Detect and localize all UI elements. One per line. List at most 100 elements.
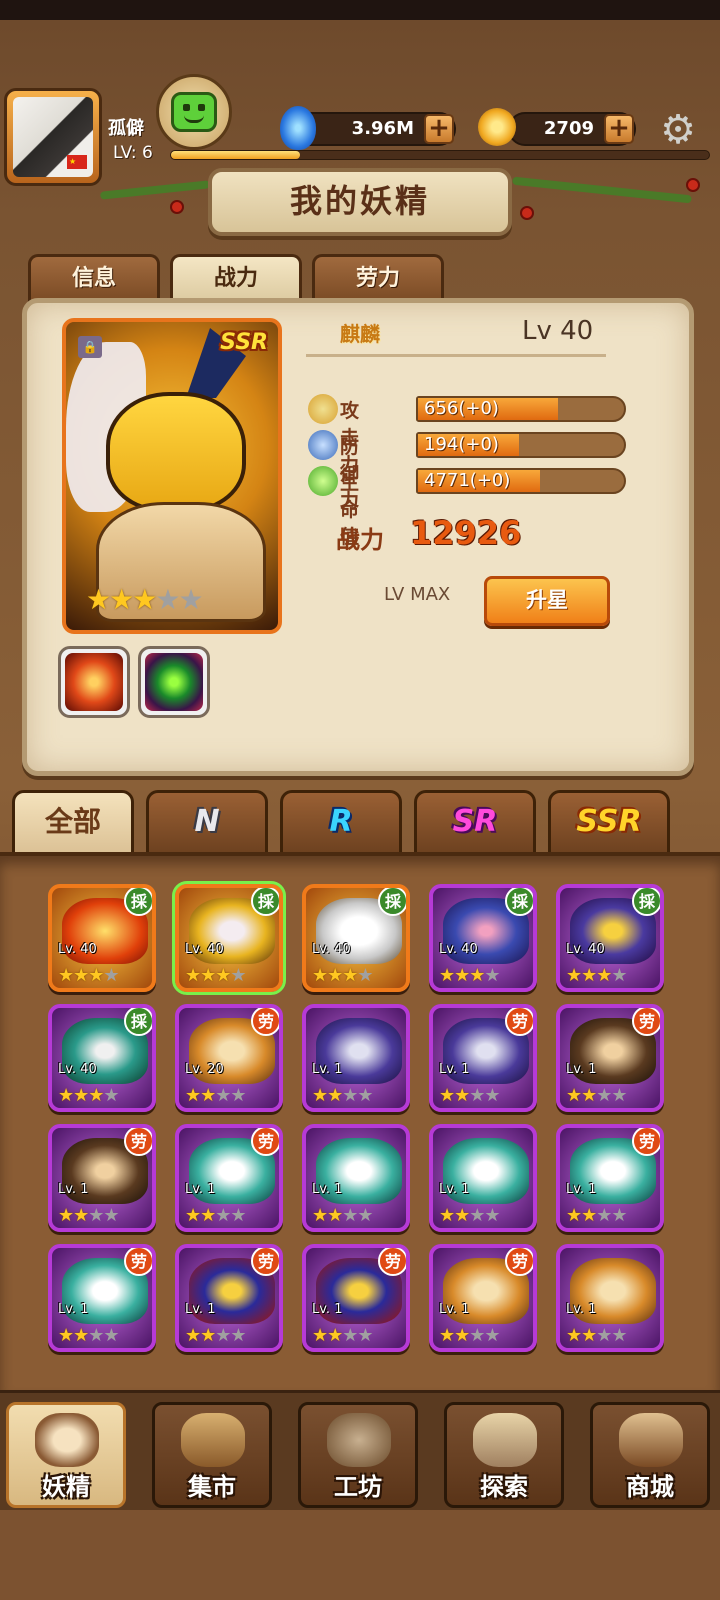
fairy-icon xyxy=(35,1413,99,1467)
card-stars: ★★★★ xyxy=(312,1085,374,1106)
roster-card[interactable]: Lv. 1 ★★★★ xyxy=(302,1124,410,1232)
roster-card[interactable]: Lv. 1 ★★★★ xyxy=(556,1244,664,1352)
stat-value: 194(+0) xyxy=(424,434,499,455)
workshop-icon xyxy=(327,1413,391,1467)
chat-smile-icon xyxy=(171,92,217,132)
berry-decoration xyxy=(520,206,534,220)
card-level: Lv. 1 xyxy=(566,1302,597,1317)
roster-card[interactable]: Lv. 1 ★★★★ xyxy=(429,1124,537,1232)
card-level: Lv. 20 xyxy=(185,1062,224,1077)
hero-stars: ★★★★★ xyxy=(86,583,204,616)
filter-n[interactable]: N xyxy=(146,790,268,852)
card-level: Lv. 1 xyxy=(566,1182,597,1197)
card-stars: ★★★★ xyxy=(566,1085,628,1106)
roster-card[interactable]: 採 Lv. 40 ★★★★ xyxy=(556,884,664,992)
tab-power[interactable]: 战力 xyxy=(170,254,302,302)
hero-card[interactable]: 🔒 SSR ★★★★★ xyxy=(62,318,282,634)
stat-value: 4771(+0) xyxy=(424,470,511,491)
add-gems-button[interactable]: + xyxy=(424,114,454,144)
card-stars: ★★★★ xyxy=(58,1205,120,1226)
roster-card[interactable]: 劳 Lv. 1 ★★★★ xyxy=(429,1244,537,1352)
status-badge: 劳 xyxy=(251,1128,279,1156)
status-badge: 採 xyxy=(251,888,279,916)
moon-coin-icon xyxy=(478,108,516,146)
status-badge: 劳 xyxy=(251,1248,279,1276)
roster-card[interactable]: 採 Lv. 40 ★★★★ xyxy=(48,1004,156,1112)
card-level: Lv. 1 xyxy=(185,1182,216,1197)
status-badge: 劳 xyxy=(632,1128,660,1156)
status-badge: 採 xyxy=(124,888,152,916)
xp-bar-fill xyxy=(171,151,301,159)
nav-label: 妖精 xyxy=(42,1473,90,1501)
divider xyxy=(306,354,606,357)
berry-decoration xyxy=(170,200,184,214)
card-level: Lv. 1 xyxy=(439,1302,470,1317)
card-level: Lv. 1 xyxy=(566,1062,597,1077)
roster-card[interactable]: 劳 Lv. 1 ★★★★ xyxy=(302,1244,410,1352)
card-stars: ★★★★ xyxy=(566,1205,628,1226)
nav-explore[interactable]: 探索 xyxy=(444,1402,564,1508)
card-level: Lv. 1 xyxy=(185,1302,216,1317)
roster-card[interactable]: 劳 Lv. 1 ★★★★ xyxy=(48,1124,156,1232)
roster-card[interactable]: 劳 Lv. 1 ★★★★ xyxy=(175,1124,283,1232)
status-badge: 劳 xyxy=(251,1008,279,1036)
star-up-button[interactable]: 升星 xyxy=(484,576,610,626)
nav-label: 工坊 xyxy=(334,1473,382,1501)
card-level: Lv. 1 xyxy=(58,1182,89,1197)
roster-card[interactable]: 劳 Lv. 1 ★★★★ xyxy=(556,1124,664,1232)
roster-card[interactable]: 採 Lv. 40 ★★★★ xyxy=(302,884,410,992)
berry-decoration xyxy=(686,178,700,192)
skill-eye-icon[interactable] xyxy=(138,646,210,718)
stat-value: 656(+0) xyxy=(424,398,499,419)
roster-card[interactable]: 劳 Lv. 1 ★★★★ xyxy=(175,1244,283,1352)
filter-sr[interactable]: SR xyxy=(414,790,536,852)
tab-info[interactable]: 信息 xyxy=(28,254,160,302)
roster-card[interactable]: 劳 Lv. 1 ★★★★ xyxy=(48,1244,156,1352)
roster-card[interactable]: 劳 Lv. 1 ★★★★ xyxy=(429,1004,537,1112)
card-stars: ★★★★ xyxy=(312,965,374,986)
card-stars: ★★★★ xyxy=(439,1085,501,1106)
add-coins-button[interactable]: + xyxy=(604,114,634,144)
tab-labor[interactable]: 劳力 xyxy=(312,254,444,302)
avatar-image: ★ xyxy=(13,97,93,177)
player-level: LV: 6 xyxy=(113,143,153,163)
card-stars: ★★★★ xyxy=(185,1205,247,1226)
player-name: 孤僻 xyxy=(108,118,144,139)
card-level: Lv. 40 xyxy=(185,942,224,957)
roster-card[interactable]: Lv. 1 ★★★★ xyxy=(302,1004,410,1112)
filter-ssr[interactable]: SSR xyxy=(548,790,670,852)
roster-card[interactable]: 採 Lv. 40 ★★★★ xyxy=(48,884,156,992)
stat-bar: 656(+0) xyxy=(416,396,626,422)
card-stars: ★★★★ xyxy=(439,1205,501,1226)
lock-icon[interactable]: 🔒 xyxy=(78,336,102,358)
filter-all[interactable]: 全部 xyxy=(12,790,134,852)
card-level: Lv. 1 xyxy=(312,1302,343,1317)
rarity-badge: SSR xyxy=(220,330,268,355)
card-stars: ★★★★ xyxy=(566,965,628,986)
nav-workshop[interactable]: 工坊 xyxy=(298,1402,418,1508)
card-level: Lv. 40 xyxy=(566,942,605,957)
card-stars: ★★★★ xyxy=(312,1325,374,1346)
skill-shield-icon[interactable] xyxy=(58,646,130,718)
market-stall-icon xyxy=(181,1413,245,1467)
filter-r[interactable]: R xyxy=(280,790,402,852)
player-avatar[interactable]: ★ xyxy=(4,88,102,186)
shield-icon xyxy=(308,430,338,460)
roster-card[interactable]: 劳 Lv. 1 ★★★★ xyxy=(556,1004,664,1112)
status-badge: 採 xyxy=(124,1008,152,1036)
card-level: Lv. 40 xyxy=(58,942,97,957)
roster-card[interactable]: 採 Lv. 40 ★★★★ xyxy=(429,884,537,992)
roster-card[interactable]: 採 Lv. 40 ★★★★ xyxy=(172,881,286,995)
hero-level: Lv 40 xyxy=(522,316,594,346)
status-badge: 劳 xyxy=(124,1248,152,1276)
nav-fairy[interactable]: 妖精 xyxy=(6,1402,126,1508)
gear-icon[interactable]: ⚙ xyxy=(658,110,698,150)
hero-name: 麒麟 xyxy=(340,322,380,346)
shop-icon xyxy=(619,1413,683,1467)
power-label: 战力 xyxy=(336,526,384,554)
nav-market[interactable]: 集市 xyxy=(152,1402,272,1508)
roster-card[interactable]: 劳 Lv. 20 ★★★★ xyxy=(175,1004,283,1112)
chat-button[interactable] xyxy=(156,74,232,150)
nav-shop[interactable]: 商城 xyxy=(590,1402,710,1508)
card-stars: ★★★★ xyxy=(439,1325,501,1346)
